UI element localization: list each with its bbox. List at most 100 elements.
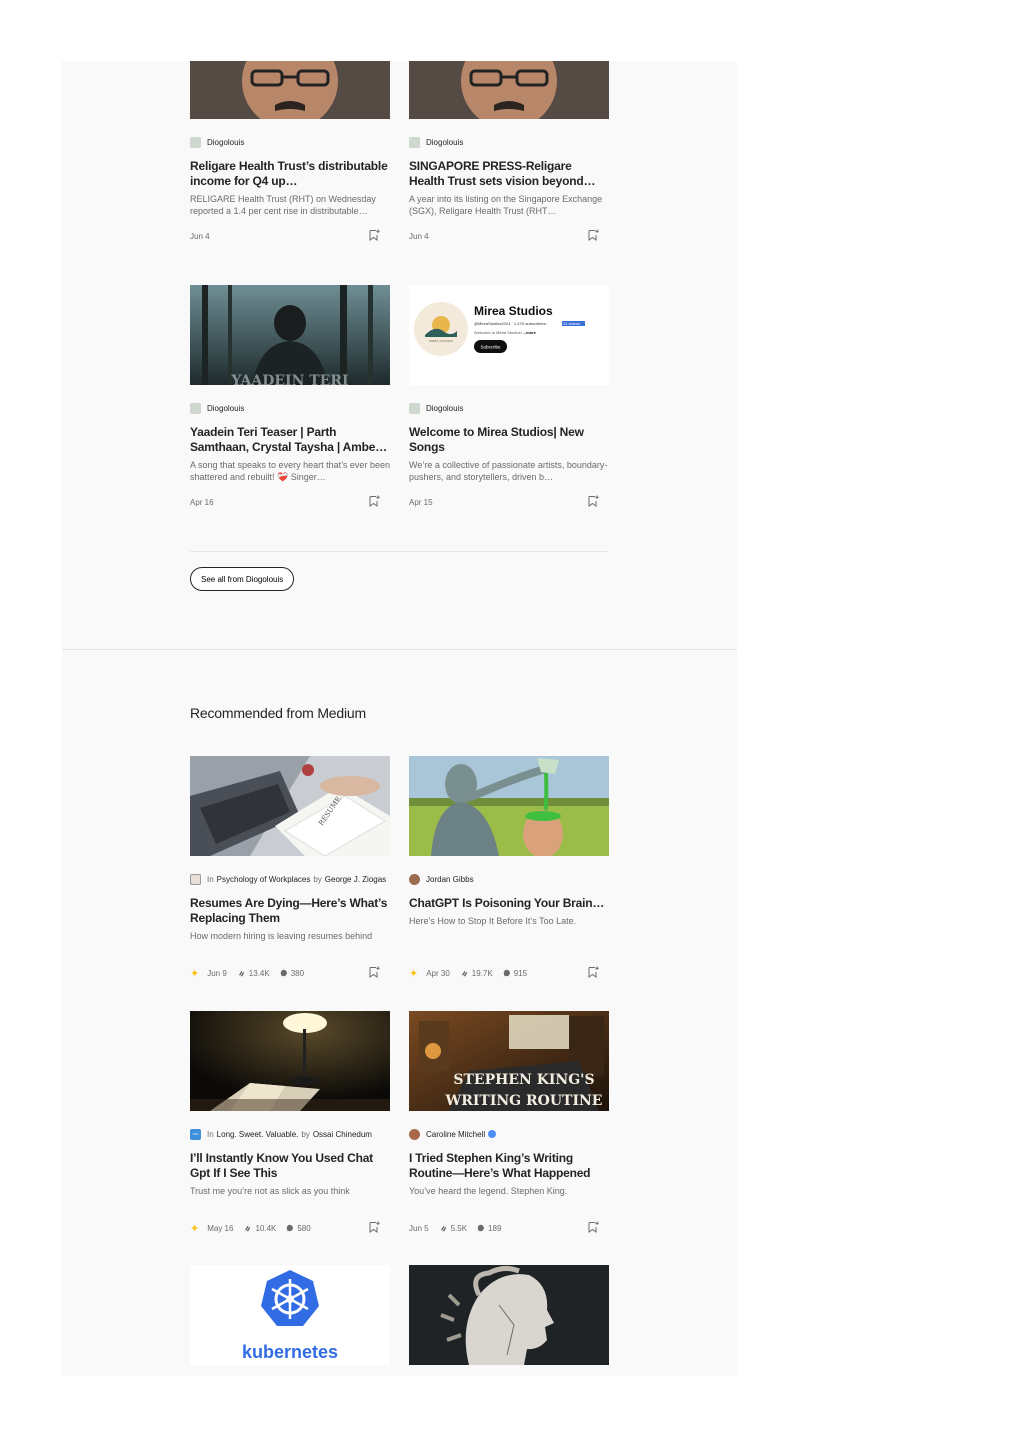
article-subtitle[interactable]: You’ve heard the legend. Stephen King. xyxy=(409,1185,609,1197)
article-subtitle[interactable]: Trust me you’re not as slick as you thin… xyxy=(190,1185,390,1197)
article-thumbnail[interactable] xyxy=(409,1265,609,1365)
comments-stat[interactable]: 580 xyxy=(286,1224,311,1233)
claps-stat[interactable]: 10.4K xyxy=(243,1224,276,1233)
article-thumbnail[interactable]: STEPHEN KING'S WRITING ROUTINE xyxy=(409,1011,609,1111)
article-thumbnail[interactable] xyxy=(190,1011,390,1111)
article-card[interactable]: RESUME In Psychology of Workplaces by Ge… xyxy=(190,756,390,980)
forest-image: YAADEIN TERI xyxy=(190,285,390,385)
clap-icon xyxy=(461,970,467,976)
claps-stat[interactable]: 19.7K xyxy=(460,969,493,978)
article-card[interactable]: LSV In Long. Sweet. Valuable. by Ossai C… xyxy=(190,1011,390,1235)
desk-lamp-image xyxy=(190,1011,390,1111)
article-thumbnail[interactable] xyxy=(409,61,609,119)
article-footer: ✦ Apr 30 19.7K 915 xyxy=(409,966,609,980)
article-title[interactable]: Resumes Are Dying—Here’s What’s Replacin… xyxy=(190,896,390,926)
bookmark-add-icon[interactable] xyxy=(587,966,599,978)
author-name[interactable]: Diogolouis xyxy=(426,138,463,147)
article-title[interactable]: SINGAPORE PRESS-Religare Health Trust se… xyxy=(409,159,609,189)
author-name[interactable]: Diogolouis xyxy=(426,404,463,413)
article-subtitle[interactable]: A year into its listing on the Singapore… xyxy=(409,193,609,217)
publication-name[interactable]: Long. Sweet. Valuable. xyxy=(217,1130,299,1139)
list-separator xyxy=(190,551,608,552)
article-title[interactable]: Welcome to Mirea Studios| New Songs xyxy=(409,425,609,455)
article-subtitle[interactable]: A song that speaks to every heart that’s… xyxy=(190,459,390,483)
article-footer: Apr 16 xyxy=(190,495,390,509)
author-name[interactable]: George J. Ziogas xyxy=(325,875,386,884)
member-star-icon: ✦ xyxy=(190,1222,200,1235)
author-name[interactable]: Ossai Chinedum xyxy=(313,1130,372,1139)
bookmark-add-icon[interactable] xyxy=(587,229,599,241)
article-thumbnail[interactable]: RESUME xyxy=(190,756,390,856)
section-divider xyxy=(62,649,737,650)
article-date: Apr 15 xyxy=(409,497,433,507)
comment-icon xyxy=(287,1224,294,1232)
author-avatar[interactable] xyxy=(190,402,201,414)
article-title[interactable]: Religare Health Trust’s distributable in… xyxy=(190,159,390,189)
article-card[interactable]: YAADEIN TERI Diogolouis Yaadein Teri Tea… xyxy=(190,285,390,509)
article-thumbnail[interactable]: MIREA STUDIOS Mirea Studios @MireaStudio… xyxy=(409,285,609,385)
article-thumbnail[interactable] xyxy=(409,756,609,856)
channel-banner-image: MIREA STUDIOS Mirea Studios @MireaStudio… xyxy=(414,302,585,356)
article-subtitle[interactable]: RELIGARE Health Trust (RHT) on Wednesday… xyxy=(190,193,390,217)
clap-icon xyxy=(238,970,244,976)
claps-stat[interactable]: 5.5K xyxy=(439,1224,467,1233)
article-title[interactable]: I’ll Instantly Know You Used Chat Gpt If… xyxy=(190,1151,390,1181)
publication-avatar[interactable]: LSV xyxy=(190,1128,201,1140)
portrait-image xyxy=(409,61,609,119)
article-card[interactable] xyxy=(409,1265,609,1365)
statue-head-image xyxy=(409,1265,609,1365)
comment-icon xyxy=(503,969,510,977)
article-card[interactable]: Diogolouis Religare Health Trust’s distr… xyxy=(190,61,390,243)
author-avatar[interactable] xyxy=(409,136,420,148)
article-subtitle[interactable]: How modern hiring is leaving resumes beh… xyxy=(190,930,390,942)
kubernetes-logo-image: kubernetes xyxy=(242,1270,338,1362)
thumbnail-text-line2: WRITING ROUTINE xyxy=(445,1093,603,1109)
author-name[interactable]: Diogolouis xyxy=(207,138,244,147)
claps-stat[interactable]: 13.4K xyxy=(237,969,270,978)
portrait-image xyxy=(190,61,390,119)
article-thumbnail[interactable]: YAADEIN TERI xyxy=(190,285,390,385)
article-title[interactable]: ChatGPT Is Poisoning Your Brain… xyxy=(409,896,609,911)
member-star-icon: ✦ xyxy=(409,967,419,980)
channel-name: Mirea Studios xyxy=(474,304,553,318)
by-label: by xyxy=(301,1129,310,1139)
article-card[interactable]: Jordan Gibbs ChatGPT Is Poisoning Your B… xyxy=(409,756,609,980)
article-title[interactable]: I Tried Stephen King’s Writing Routine—H… xyxy=(409,1151,609,1181)
author-avatar[interactable] xyxy=(409,1128,420,1140)
bookmark-add-icon[interactable] xyxy=(587,495,599,507)
bookmark-add-icon[interactable] xyxy=(587,1221,599,1233)
author-avatar[interactable] xyxy=(409,402,420,414)
article-card[interactable]: kubernetes xyxy=(190,1265,390,1365)
author-avatar[interactable] xyxy=(190,136,201,148)
author-row: Diogolouis xyxy=(409,135,609,149)
author-row: Diogolouis xyxy=(190,135,390,149)
article-card[interactable]: Diogolouis SINGAPORE PRESS-Religare Heal… xyxy=(409,61,609,243)
bookmark-add-icon[interactable] xyxy=(368,966,380,978)
article-title[interactable]: Yaadein Teri Teaser | Parth Samthaan, Cr… xyxy=(190,425,390,455)
comments-stat[interactable]: 189 xyxy=(477,1224,501,1233)
article-date: Jun 4 xyxy=(409,231,429,241)
author-name[interactable]: Diogolouis xyxy=(207,404,244,413)
channel-handle: @MireaStudios2024 · 1.47K subscribers · … xyxy=(474,321,567,326)
article-footer: Jun 4 xyxy=(409,229,609,243)
comments-stat[interactable]: 915 xyxy=(503,969,527,978)
author-name[interactable]: Caroline Mitchell xyxy=(426,1130,485,1139)
article-subtitle[interactable]: Here’s How to Stop It Before It’s Too La… xyxy=(409,915,609,927)
bookmark-add-icon[interactable] xyxy=(368,1221,380,1233)
article-footer: ✦ May 16 10.4K 580 xyxy=(190,1221,390,1235)
publication-avatar[interactable] xyxy=(190,873,201,885)
article-thumbnail[interactable]: kubernetes xyxy=(190,1265,390,1365)
article-thumbnail[interactable] xyxy=(190,61,390,119)
article-footer: Jun 5 5.5K 189 xyxy=(409,1221,609,1235)
bookmark-add-icon[interactable] xyxy=(368,495,380,507)
author-avatar[interactable] xyxy=(409,873,420,885)
article-card[interactable]: STEPHEN KING'S WRITING ROUTINE Caroline … xyxy=(409,1011,609,1235)
comments-stat[interactable]: 380 xyxy=(280,969,304,978)
article-subtitle[interactable]: We’re a collective of passionate artists… xyxy=(409,459,609,483)
bookmark-add-icon[interactable] xyxy=(368,229,380,241)
see-all-button[interactable]: See all from Diogolouis xyxy=(190,567,295,591)
author-name[interactable]: Jordan Gibbs xyxy=(426,875,474,884)
publication-name[interactable]: Psychology of Workplaces xyxy=(217,875,311,884)
article-date: Jun 5 xyxy=(409,1223,429,1233)
article-card[interactable]: MIREA STUDIOS Mirea Studios @MireaStudio… xyxy=(409,285,609,509)
